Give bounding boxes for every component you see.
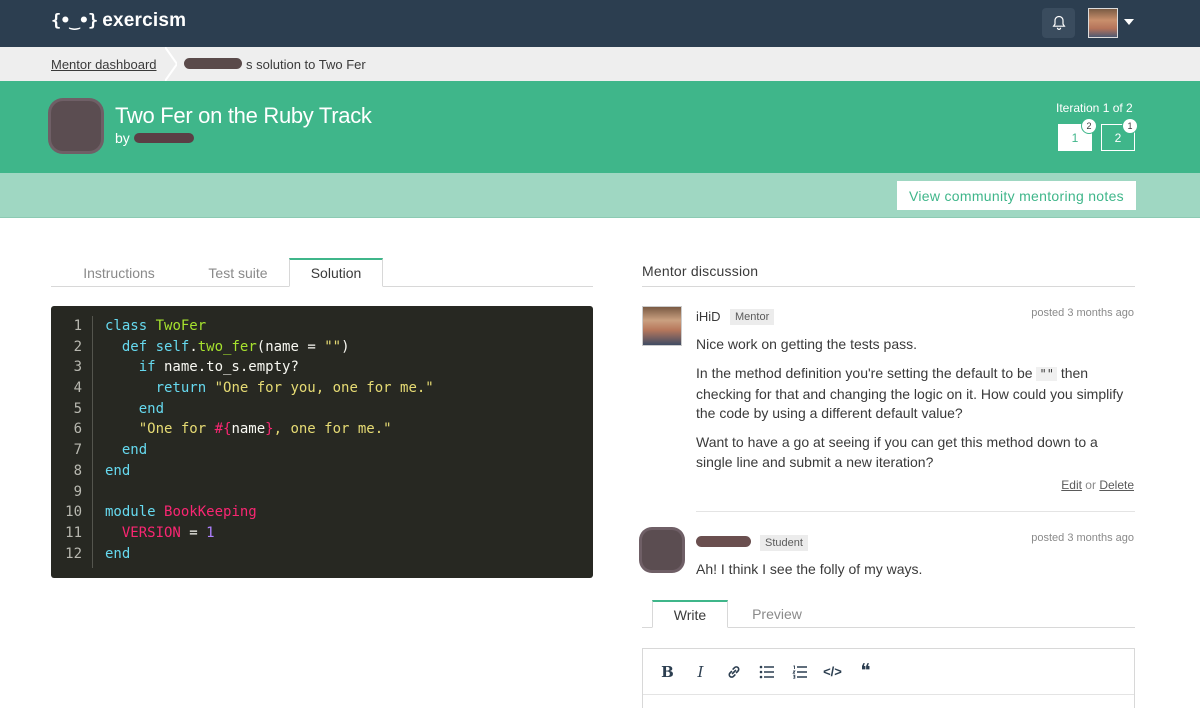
- tab-solution[interactable]: Solution: [289, 258, 383, 287]
- editor-toolbar: B I </> ❝: [643, 649, 1134, 695]
- line-number: 10: [65, 504, 82, 521]
- iteration-1-count-badge: 2: [1081, 118, 1097, 134]
- redacted-student-name: [184, 58, 242, 69]
- code-line: class TwoFer: [105, 318, 207, 334]
- mentor-message-paragraph: Nice work on getting the tests pass.: [696, 336, 917, 352]
- code-line: "One for #{name}, one for me.": [138, 421, 392, 438]
- delete-link[interactable]: Delete: [1099, 478, 1134, 492]
- bulleted-list-icon[interactable]: [750, 657, 783, 687]
- code-line: end: [121, 442, 148, 459]
- post-divider: [696, 511, 1135, 512]
- inline-code: "": [1036, 367, 1057, 381]
- line-number: 8: [73, 462, 82, 479]
- line-number: 3: [73, 359, 82, 376]
- by-label: by: [115, 130, 130, 146]
- post-actions: Edit or Delete: [1061, 478, 1134, 492]
- mentor-post-timestamp: posted 3 months ago: [1031, 307, 1134, 319]
- line-numbers: 1 2 3 4 5 6 7 8 9 10 11 12: [51, 316, 93, 568]
- chevron-down-icon[interactable]: [1124, 19, 1134, 25]
- code-icon[interactable]: </>: [816, 657, 849, 687]
- iteration-label: Iteration 1 of 2: [1056, 101, 1133, 115]
- iteration-2-count-badge: 1: [1122, 118, 1138, 134]
- code-line: def self.two_fer(name = ""): [121, 338, 350, 355]
- logo-mark: {•‿•}: [51, 11, 98, 31]
- line-number: 4: [73, 380, 82, 397]
- notifications-button[interactable]: [1042, 8, 1075, 38]
- iteration-number: 1: [1071, 130, 1079, 145]
- code-line: if name.to_s.empty?: [138, 359, 299, 376]
- numbered-list-icon[interactable]: [783, 657, 816, 687]
- italic-icon[interactable]: I: [684, 657, 717, 687]
- code-glyph: </>: [823, 664, 842, 679]
- mentor-name: iHiD: [696, 309, 721, 324]
- message-text: In the method definition you're setting …: [696, 365, 1033, 381]
- view-community-notes-button[interactable]: View community mentoring notes: [897, 181, 1136, 210]
- logo-text: exercism: [102, 10, 187, 31]
- comment-editor[interactable]: B I </> ❝: [642, 648, 1135, 708]
- tab-instructions[interactable]: Instructions: [51, 258, 187, 287]
- mentor-message-paragraph: Want to have a go at seeing if you can g…: [696, 434, 1098, 470]
- page-title: Two Fer on the Ruby Track: [115, 103, 372, 128]
- user-avatar[interactable]: [1088, 8, 1118, 38]
- breadcrumb-mentor-dashboard[interactable]: Mentor dashboard: [51, 57, 157, 72]
- exercism-logo[interactable]: {•‿•} exercism: [51, 10, 186, 32]
- tab-write[interactable]: Write: [652, 600, 728, 628]
- breadcrumb-separator-icon: [165, 47, 177, 81]
- tab-preview[interactable]: Preview: [734, 600, 820, 628]
- breadcrumb: Mentor dashboard s solution to Two Fer: [0, 47, 1200, 81]
- edit-link[interactable]: Edit: [1061, 478, 1082, 492]
- breadcrumb-current: s solution to Two Fer: [246, 57, 366, 72]
- code-viewer: 1 2 3 4 5 6 7 8 9 10 11 12 class TwoFer …: [51, 306, 593, 578]
- student-post-timestamp: posted 3 months ago: [1031, 532, 1134, 544]
- mentor-message-paragraph: In the method definition you're setting …: [696, 364, 1126, 424]
- line-number: 12: [65, 545, 82, 562]
- solution-header: Two Fer on the Ruby Track by Iteration 1…: [0, 81, 1200, 173]
- quote-icon[interactable]: ❝: [849, 657, 882, 687]
- code-line: end: [138, 400, 165, 417]
- discussion-title: Mentor discussion: [642, 263, 759, 279]
- code-lines: class TwoFer def self.two_fer(name = "")…: [105, 316, 434, 564]
- or-label: or: [1085, 478, 1096, 492]
- line-number: 6: [73, 421, 82, 438]
- student-avatar: [642, 530, 682, 570]
- top-navbar: {•‿•} exercism: [0, 0, 1200, 47]
- student-role-badge: Student: [760, 535, 808, 551]
- line-number: 5: [73, 400, 82, 417]
- bell-icon: [1051, 15, 1066, 30]
- link-icon[interactable]: [717, 657, 750, 687]
- line-number: 1: [73, 318, 82, 334]
- iteration-number: 2: [1114, 130, 1122, 145]
- line-number: 7: [73, 442, 82, 459]
- redacted-student-name: [696, 536, 751, 547]
- mentor-role-badge: Mentor: [730, 309, 775, 325]
- line-number: 2: [73, 338, 82, 355]
- student-avatar-large: [51, 101, 101, 151]
- student-message-paragraph: Ah! I think I see the folly of my ways.: [696, 561, 923, 577]
- author-line: by: [115, 130, 194, 146]
- code-line: end: [105, 462, 131, 479]
- code-line: end: [105, 545, 131, 562]
- bold-icon[interactable]: B: [651, 657, 684, 687]
- code-line: return "One for you, one for me.": [155, 380, 434, 397]
- subheader-bar: View community mentoring notes: [0, 173, 1200, 218]
- code-line: VERSION = 1: [121, 524, 215, 541]
- mentor-avatar: [642, 306, 682, 346]
- discussion-divider: [642, 286, 1135, 287]
- tab-test-suite[interactable]: Test suite: [187, 258, 289, 287]
- redacted-author-name: [133, 133, 194, 143]
- line-number: 9: [73, 483, 82, 500]
- line-number: 11: [65, 524, 82, 541]
- code-line: module BookKeeping: [105, 504, 257, 521]
